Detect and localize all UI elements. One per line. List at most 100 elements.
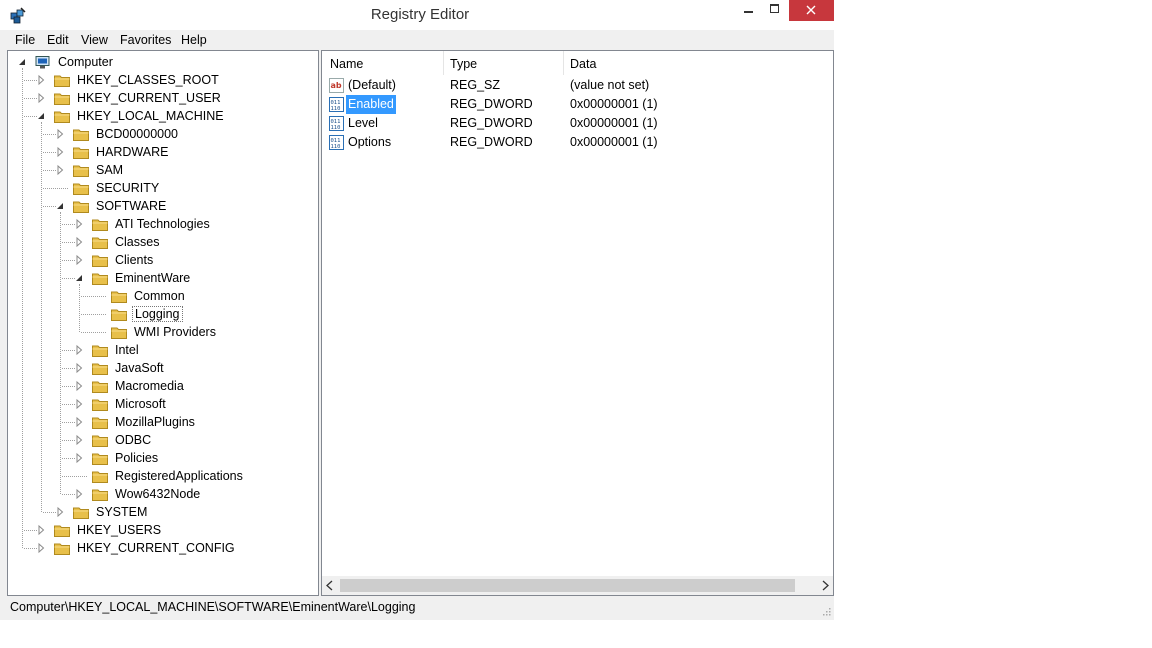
registry-editor-window: Registry Editor File Edit View Favorites… — [0, 0, 834, 620]
menu-bar: File Edit View Favorites Help — [0, 30, 834, 50]
computer-icon — [35, 56, 50, 69]
tree-item-label: ATI Technologies — [115, 217, 210, 231]
value-data: 0x00000001 (1) — [570, 116, 658, 130]
folder-icon — [73, 201, 89, 213]
collapsed-arrow-icon[interactable] — [56, 503, 66, 521]
tree-connector — [24, 98, 37, 99]
horizontal-scrollbar[interactable] — [322, 576, 833, 595]
collapsed-arrow-icon[interactable] — [75, 215, 85, 233]
tree-connector — [43, 188, 68, 189]
binary-value-icon: 011110 — [329, 135, 344, 150]
tree-item-label: HKEY_CLASSES_ROOT — [77, 73, 219, 87]
collapsed-arrow-icon[interactable] — [75, 449, 85, 467]
menu-file[interactable]: File — [15, 33, 35, 47]
folder-icon — [92, 255, 108, 267]
tree-connector — [24, 530, 37, 531]
collapsed-arrow-icon[interactable] — [75, 395, 85, 413]
tree-item-label: Microsoft — [115, 397, 166, 411]
column-header-name[interactable]: Name — [330, 57, 363, 71]
column-divider[interactable] — [443, 51, 444, 75]
title-bar[interactable]: Registry Editor — [0, 0, 834, 30]
tree-connector — [62, 368, 75, 369]
folder-icon — [92, 417, 108, 429]
resize-grip-icon[interactable] — [822, 607, 831, 616]
tree-connector — [43, 134, 56, 135]
tree-item-label: HKEY_USERS — [77, 523, 162, 537]
menu-edit[interactable]: Edit — [47, 33, 69, 47]
tree-item-label: EminentWare — [115, 271, 191, 285]
collapsed-arrow-icon[interactable] — [75, 431, 85, 449]
svg-text:110: 110 — [331, 125, 341, 131]
tree-connector — [62, 404, 75, 405]
folder-icon — [73, 507, 89, 519]
menu-favorites[interactable]: Favorites — [120, 33, 171, 47]
value-row[interactable]: 011 110 Enabled REG_DWORD 0x00000001 (1) — [322, 95, 833, 114]
registry-values-list[interactable]: Name Type Data ab (Default) REG_SZ (value n… — [321, 50, 834, 596]
scroll-left-icon[interactable] — [325, 580, 335, 591]
value-name: (Default) — [348, 78, 396, 92]
tree-item-label: HKEY_CURRENT_CONFIG — [77, 541, 235, 555]
tree-connector — [41, 122, 42, 512]
collapsed-arrow-icon[interactable] — [75, 485, 85, 503]
tree-item-label: ODBC — [115, 433, 152, 447]
folder-icon — [92, 237, 108, 249]
minimize-button[interactable] — [734, 0, 763, 21]
tree-connector — [62, 422, 75, 423]
folder-icon — [92, 345, 108, 357]
value-row[interactable]: 011 110 Level REG_DWORD 0x00000001 (1) — [322, 114, 833, 133]
tree-item-label: Classes — [115, 235, 160, 249]
maximize-button[interactable] — [761, 0, 790, 21]
tree-item-label: Intel — [115, 343, 139, 357]
tree-connector — [62, 440, 75, 441]
folder-icon — [92, 399, 108, 411]
menu-view[interactable]: View — [81, 33, 108, 47]
value-row[interactable]: ab (Default) REG_SZ (value not set) — [322, 76, 833, 95]
collapsed-arrow-icon[interactable] — [56, 161, 66, 179]
collapsed-arrow-icon[interactable] — [37, 89, 47, 107]
value-type: REG_SZ — [450, 78, 501, 92]
folder-icon — [92, 363, 108, 375]
collapsed-arrow-icon[interactable] — [37, 539, 47, 557]
tree-connector — [62, 242, 75, 243]
value-type: REG_DWORD — [450, 97, 533, 111]
folder-icon — [111, 291, 127, 303]
collapsed-arrow-icon[interactable] — [75, 377, 85, 395]
minimize-icon — [744, 11, 753, 13]
column-header-type[interactable]: Type — [450, 57, 477, 71]
scroll-right-icon[interactable] — [820, 580, 830, 591]
tree-connector — [81, 332, 106, 333]
scrollbar-thumb[interactable] — [340, 579, 795, 592]
tree-item-label: RegisteredApplications — [115, 469, 243, 483]
collapsed-arrow-icon[interactable] — [37, 71, 47, 89]
tree-item-label: JavaSoft — [115, 361, 164, 375]
collapsed-arrow-icon[interactable] — [75, 413, 85, 431]
tree-connector — [43, 152, 56, 153]
collapsed-arrow-icon[interactable] — [75, 251, 85, 269]
expanded-arrow-icon[interactable] — [75, 269, 85, 287]
collapsed-arrow-icon[interactable] — [37, 521, 47, 539]
expanded-arrow-icon[interactable] — [18, 53, 28, 71]
menu-help[interactable]: Help — [181, 33, 207, 47]
collapsed-arrow-icon[interactable] — [75, 341, 85, 359]
tree-item-label: SAM — [96, 163, 124, 177]
column-header-data[interactable]: Data — [570, 57, 596, 71]
collapsed-arrow-icon[interactable] — [56, 125, 66, 143]
registry-key-tree[interactable]: Computer HKEY_CLASSES_ROOT HKEY_CURRENT_US… — [7, 50, 319, 596]
value-row[interactable]: 011 110 Options REG_DWORD 0x00000001 (1) — [322, 133, 833, 152]
tree-connector — [60, 212, 61, 494]
binary-value-icon: 011110 — [329, 97, 344, 112]
folder-icon — [92, 273, 108, 285]
value-name: Options — [348, 135, 392, 149]
close-button[interactable] — [789, 0, 834, 21]
expanded-arrow-icon[interactable] — [56, 197, 66, 215]
folder-icon — [92, 489, 108, 501]
column-divider[interactable] — [563, 51, 564, 75]
collapsed-arrow-icon[interactable] — [56, 143, 66, 161]
tree-item-label: MozillaPlugins — [115, 415, 195, 429]
expanded-arrow-icon[interactable] — [37, 107, 47, 125]
collapsed-arrow-icon[interactable] — [75, 233, 85, 251]
value-name: Enabled — [346, 95, 396, 114]
collapsed-arrow-icon[interactable] — [75, 359, 85, 377]
folder-icon — [111, 327, 127, 339]
status-bar: Computer\HKEY_LOCAL_MACHINE\SOFTWARE\Emi… — [7, 597, 834, 619]
